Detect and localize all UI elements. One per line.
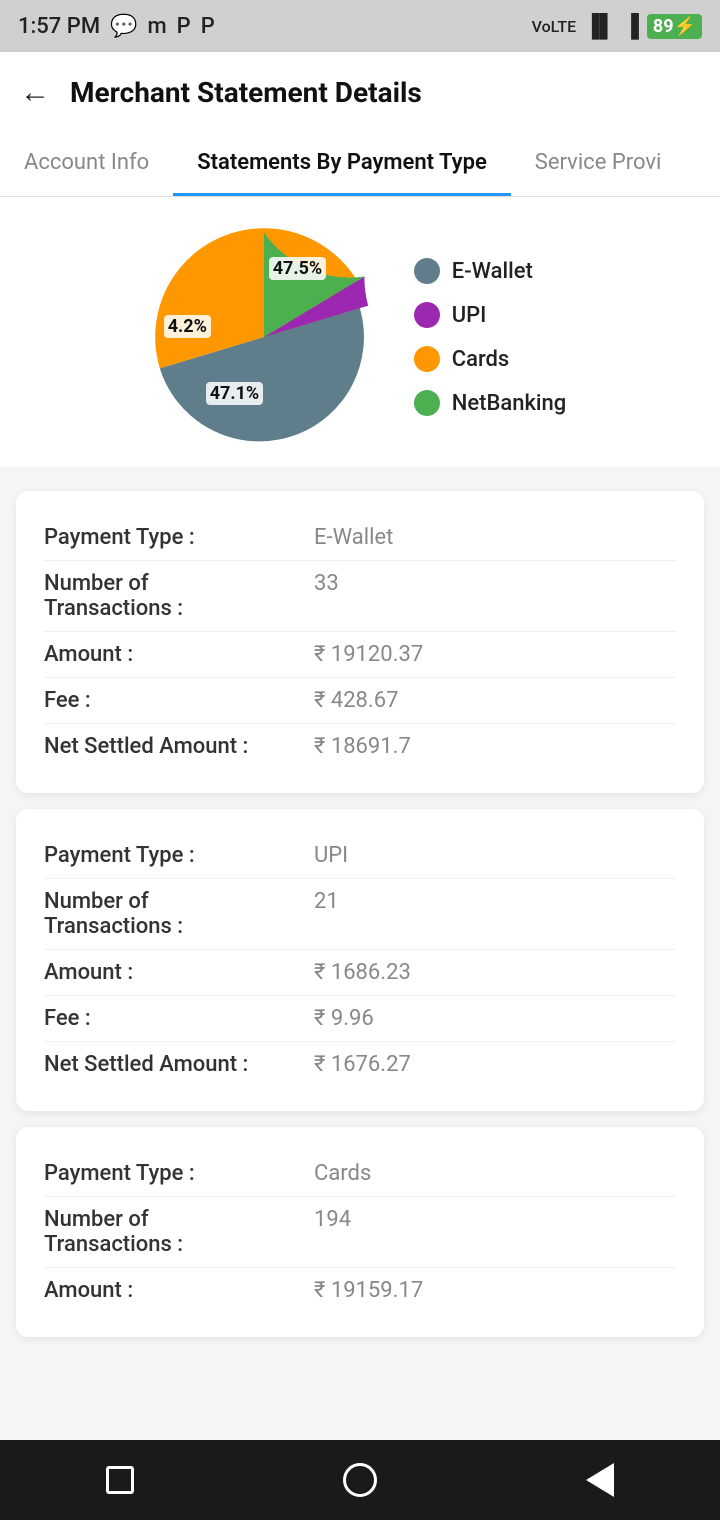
pie-label-ewallet: 47.1%: [206, 382, 264, 405]
row-amount-ewallet: Amount : ₹ 19120.37: [44, 632, 676, 678]
nav-back-button[interactable]: [575, 1455, 625, 1505]
payment-cards-list: Payment Type : E-Wallet Number of Transa…: [0, 475, 720, 1437]
row-net-settled-ewallet: Net Settled Amount : ₹ 18691.7: [44, 724, 676, 769]
legend-dot-ewallet: [414, 258, 440, 284]
row-payment-type-cards: Payment Type : Cards: [44, 1151, 676, 1197]
card-cards: Payment Type : Cards Number of Transacti…: [16, 1127, 704, 1337]
card-upi: Payment Type : UPI Number of Transaction…: [16, 809, 704, 1111]
header: ← Merchant Statement Details: [0, 52, 720, 132]
page-title: Merchant Statement Details: [70, 76, 422, 109]
m-icon: m: [147, 14, 166, 39]
row-amount-upi: Amount : ₹ 1686.23: [44, 950, 676, 996]
nav-home-button[interactable]: [335, 1455, 385, 1505]
msg-icon: 💬: [110, 14, 137, 39]
row-fee-upi: Fee : ₹ 9.96: [44, 996, 676, 1042]
tabs-bar: Account Info Statements By Payment Type …: [0, 132, 720, 197]
back-icon: [586, 1463, 614, 1497]
tab-service-provi[interactable]: Service Provi: [511, 132, 686, 196]
card-ewallet: Payment Type : E-Wallet Number of Transa…: [16, 491, 704, 793]
legend-dot-netbanking: [414, 390, 440, 416]
legend-ewallet: E-Wallet: [414, 258, 567, 284]
battery-indicator: 89⚡: [647, 14, 702, 39]
tab-statements-by-payment[interactable]: Statements By Payment Type: [173, 132, 511, 196]
pie-label-upi: 4.2%: [164, 315, 211, 338]
volte-icon: VoLTE: [532, 17, 577, 36]
row-payment-type-upi: Payment Type : UPI: [44, 833, 676, 879]
status-right: VoLTE ▐▌ ▐ 89⚡: [532, 13, 702, 39]
chart-section: 47.5% 4.2% 47.1% E-Wallet UPI Cards NetB…: [0, 197, 720, 467]
nav-recent-apps-button[interactable]: [95, 1455, 145, 1505]
status-time: 1:57 PM: [18, 14, 100, 39]
row-amount-cards: Amount : ₹ 19159.17: [44, 1268, 676, 1313]
row-num-transactions-ewallet: Number of Transactions : 33: [44, 561, 676, 632]
status-bar: 1:57 PM 💬 m P P VoLTE ▐▌ ▐ 89⚡: [0, 0, 720, 52]
row-fee-ewallet: Fee : ₹ 428.67: [44, 678, 676, 724]
tab-account-info[interactable]: Account Info: [0, 132, 173, 196]
row-num-transactions-cards: Number of Transactions : 194: [44, 1197, 676, 1268]
row-num-transactions-upi: Number of Transactions : 21: [44, 879, 676, 950]
signal2-icon: ▐: [623, 13, 639, 39]
legend-netbanking: NetBanking: [414, 390, 567, 416]
recent-apps-icon: [106, 1466, 134, 1494]
legend-cards: Cards: [414, 346, 567, 372]
legend-upi: UPI: [414, 302, 567, 328]
home-icon: [343, 1463, 377, 1497]
pie-legend: E-Wallet UPI Cards NetBanking: [414, 258, 567, 416]
signal-icon: ▐▌: [584, 13, 615, 39]
legend-dot-upi: [414, 302, 440, 328]
back-button[interactable]: ←: [20, 75, 50, 110]
row-payment-type-ewallet: Payment Type : E-Wallet: [44, 515, 676, 561]
pie-chart: 47.5% 4.2% 47.1%: [154, 227, 374, 447]
legend-dot-cards: [414, 346, 440, 372]
status-left: 1:57 PM 💬 m P P: [18, 14, 215, 39]
row-net-settled-upi: Net Settled Amount : ₹ 1676.27: [44, 1042, 676, 1087]
pie-label-cards: 47.5%: [269, 257, 327, 280]
p-icon: P: [177, 14, 191, 39]
p2-icon: P: [201, 14, 215, 39]
bottom-navigation: [0, 1440, 720, 1520]
